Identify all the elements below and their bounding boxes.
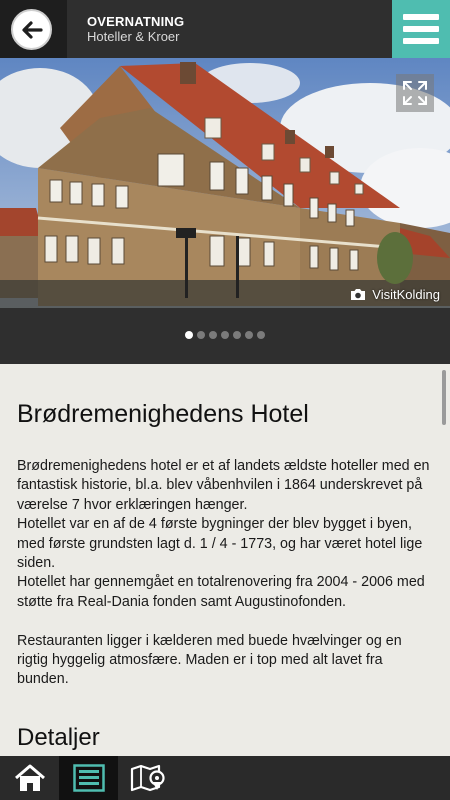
description-paragraph: Brødremenighedens hotel er et af landets… [17, 458, 430, 513]
arrow-left-icon [21, 20, 43, 39]
bottom-navigation [0, 756, 450, 800]
hotel-photo [0, 58, 450, 308]
carousel-pager [0, 308, 450, 364]
fullscreen-button[interactable] [396, 74, 434, 112]
hero-image-carousel[interactable]: VisitKolding [0, 58, 450, 308]
content-scrollbar[interactable] [442, 370, 446, 425]
photo-credit-text: VisitKolding [372, 287, 440, 302]
hamburger-icon-line [403, 14, 439, 20]
description-paragraph: Hotellet var en af de 4 første bygninger… [17, 516, 423, 572]
back-area [0, 0, 67, 58]
camera-icon [351, 289, 366, 300]
top-bar: OVERNATNING Hoteller & Kroer [0, 0, 450, 58]
category-title: OVERNATNING [87, 14, 185, 29]
pager-dot[interactable] [233, 331, 241, 339]
category-subtitle: Hoteller & Kroer [87, 29, 180, 44]
details-heading: Detaljer [17, 723, 100, 751]
app: OVERNATNING Hoteller & Kroer VisitKoldin… [0, 0, 450, 800]
pager-dot[interactable] [197, 331, 205, 339]
hotel-title: Brødremenighedens Hotel [17, 400, 309, 428]
home-icon [14, 764, 45, 791]
description-paragraph: Hotellet har gennemgået en totalrenoveri… [17, 574, 425, 610]
map-pin-icon [130, 764, 165, 792]
back-button[interactable] [11, 9, 52, 50]
nav-details[interactable] [59, 756, 118, 800]
photo-credit: VisitKolding [350, 287, 440, 302]
detail-content[interactable]: Brødremenighedens Hotel Brødremenigheden… [0, 364, 450, 756]
hamburger-icon-line [403, 26, 439, 32]
expand-icon [403, 81, 427, 105]
hamburger-icon-line [403, 38, 439, 44]
nav-map[interactable] [118, 756, 177, 800]
menu-button[interactable] [392, 0, 450, 58]
pager-dot-active[interactable] [185, 331, 193, 339]
pager-dot[interactable] [221, 331, 229, 339]
pager-dot[interactable] [257, 331, 265, 339]
pager-dot[interactable] [245, 331, 253, 339]
description-paragraph: Restauranten ligger i kælderen med buede… [17, 632, 402, 688]
info-list-icon [72, 764, 105, 792]
hotel-description: Brødremenighedens hotel er et af landets… [17, 457, 433, 690]
header-text: OVERNATNING Hoteller & Kroer [87, 14, 184, 44]
pager-dot[interactable] [209, 331, 217, 339]
nav-home[interactable] [0, 756, 59, 800]
